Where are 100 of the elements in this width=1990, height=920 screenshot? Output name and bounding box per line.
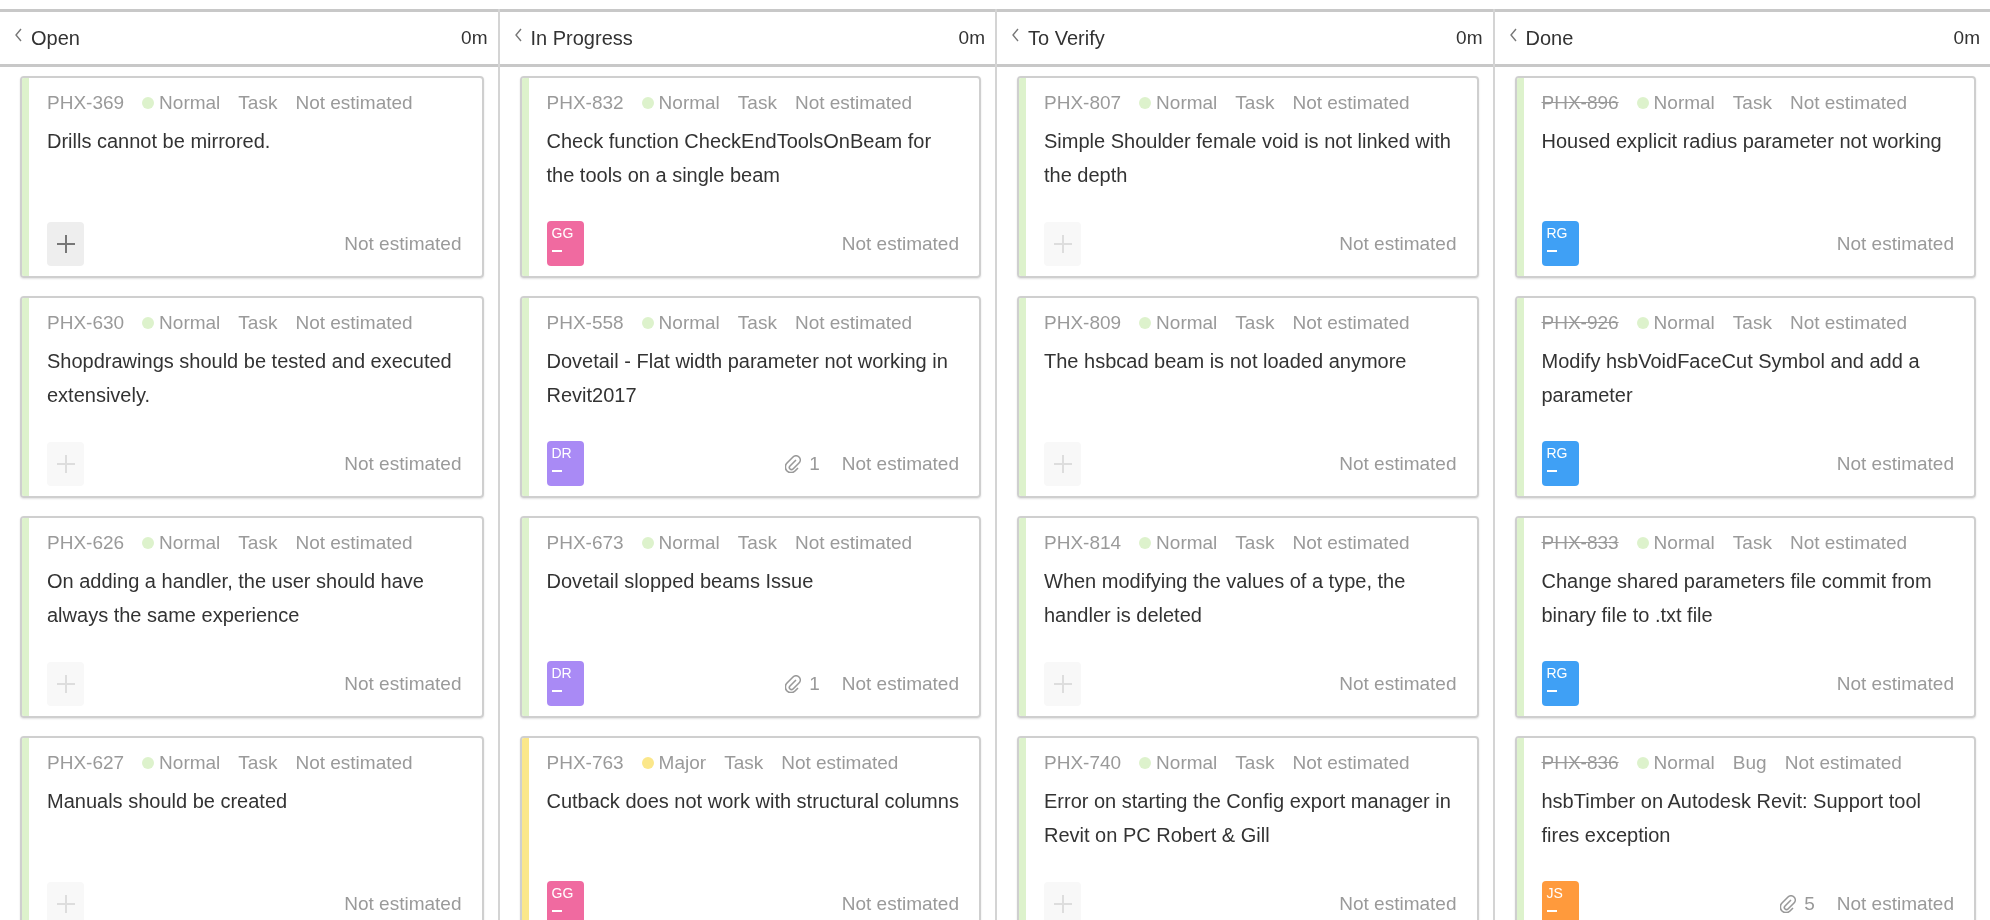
task-card[interactable]: PHX-673 Normal Task Not estimated Dovetail slopped beams Issue DR 1 Not estimated [519,516,981,718]
task-card[interactable]: PHX-832 Normal Task Not estimated Check function CheckEndToolsOnBeam for the tools on a single beam GG Not estimated [519,76,981,278]
issue-type: Task [737,312,777,334]
assignee-avatar[interactable]: DR [546,441,584,486]
column-time-total: 0m [461,27,488,49]
chevron-left-icon[interactable] [1011,28,1020,42]
task-card[interactable]: PHX-896 Normal Task Not estimated Housed explicit radius parameter not working RG Not estimated [1514,76,1976,278]
estimate-label: Not estimated [1292,312,1410,334]
priority-label: Normal [159,312,221,334]
column-time-total: 0m [1456,27,1483,49]
issue-id[interactable]: PHX-807 [1044,92,1122,114]
footer-estimate: Not estimated [841,232,959,255]
estimate-label: Not estimated [295,752,413,774]
issue-type: Task [238,752,278,774]
task-card[interactable]: PHX-740 Normal Task Not estimated Error on starting the Config export manager in Revit on PC Robert & Gill Not estimated [1017,736,1479,920]
priority-label: Normal [1156,312,1218,334]
add-assignee-button[interactable] [47,222,84,266]
issue-id[interactable]: PHX-763 [546,752,624,774]
issue-id[interactable]: PHX-832 [546,92,624,114]
paperclip-icon [785,674,802,693]
priority-label: Normal [658,312,720,334]
issue-type: Task [737,532,777,554]
issue-id[interactable]: PHX-809 [1044,312,1122,334]
assignee-avatar[interactable]: GG [546,221,584,266]
card-summary: The hsbcad beam is not loaded anymore [1044,349,1408,374]
issue-id[interactable]: PHX-814 [1044,532,1122,554]
issue-id[interactable]: PHX-740 [1044,752,1122,774]
priority-label: Normal [1653,92,1715,114]
plus-icon [55,894,76,914]
task-card[interactable]: PHX-626 Normal Task Not estimated On adding a handler, the user should have always the same experience Not estimated [20,516,484,718]
issue-type: Task [238,532,278,554]
priority-label: Normal [1156,92,1218,114]
plus-icon [55,234,76,254]
issue-id[interactable]: PHX-836 [1541,752,1619,774]
issue-id[interactable]: PHX-673 [546,532,624,554]
assignee-avatar[interactable]: JS [1541,881,1579,920]
column-title: To Verify [1028,26,1105,50]
issue-id[interactable]: PHX-926 [1541,312,1619,334]
card-summary: Modify hsbVoidFaceCut Symbol and add a parameter [1541,349,1921,408]
priority-label: Normal [658,92,720,114]
footer-estimate: Not estimated [841,892,959,915]
issue-id[interactable]: PHX-833 [1541,532,1619,554]
issue-id[interactable]: PHX-626 [47,532,125,554]
attachment-count: 1 [809,452,820,475]
task-card[interactable]: PHX-763 Major Task Not estimated Cutback does not work with structural columns GG Not estimated [519,736,981,920]
task-card[interactable]: PHX-630 Normal Task Not estimated Shopdrawings should be tested and executed extensively. Not estimated [20,296,484,498]
footer-estimate: Not estimated [1339,233,1457,255]
column-title: Done [1525,26,1574,50]
card-summary: Shopdrawings should be tested and executed extensively. [47,349,453,408]
card-summary: Drills cannot be mirrored. [47,129,272,154]
card-summary: When modifying the values of a type, the handler is deleted [1044,569,1407,628]
task-card[interactable]: PHX-836 Normal Bug Not estimated hsbTimber on Autodesk Revit: Support tool fires exception JS 5 Not estimated [1514,736,1976,920]
assignee-avatar[interactable]: RG [1541,441,1579,486]
issue-id[interactable]: PHX-558 [546,312,624,334]
estimate-label: Not estimated [295,92,413,114]
estimate-label: Not estimated [794,92,913,114]
footer-estimate: Not estimated [1339,673,1457,695]
card-summary: Dovetail - Flat width parameter not working in Revit2017 [546,349,949,408]
issue-type: Task [1235,752,1275,774]
paperclip-icon [1780,894,1797,913]
card-summary: Manuals should be created [47,789,289,814]
chevron-left-icon[interactable] [1508,28,1518,42]
assignee-avatar[interactable]: DR [546,661,584,706]
assignee-avatar[interactable]: RG [1541,661,1579,706]
footer-estimate: Not estimated [344,893,462,915]
chevron-left-icon[interactable] [513,28,523,42]
footer-estimate: Not estimated [344,233,462,255]
issue-id[interactable]: PHX-627 [47,752,125,774]
task-card[interactable]: PHX-369 Normal Task Not estimated Drills cannot be mirrored. Not estimated [20,76,484,278]
task-card[interactable]: PHX-926 Normal Task Not estimated Modify hsbVoidFaceCut Symbol and add a parameter RG Not estimated [1514,296,1976,498]
task-card[interactable]: PHX-807 Normal Task Not estimated Simple Shoulder female void is not linked with the depth Not estimated [1017,76,1479,278]
priority-label: Normal [1156,532,1218,554]
task-card[interactable]: PHX-814 Normal Task Not estimated When modifying the values of a type, the handler is deleted Not estimated [1017,516,1479,718]
footer-estimate: Not estimated [841,672,959,695]
assignee-avatar[interactable]: RG [1541,221,1579,266]
chevron-left-icon[interactable] [14,28,23,42]
issue-type: Task [1732,532,1772,554]
priority-label: Normal [159,92,221,114]
task-card[interactable]: PHX-833 Normal Task Not estimated Change shared parameters file commit from binary file to .txt file RG Not estimated [1514,516,1976,718]
column-time-total: 0m [958,27,985,49]
priority-label: Normal [1653,752,1715,774]
issue-type: Task [1732,312,1772,334]
issue-type: Task [238,312,278,334]
issue-id[interactable]: PHX-896 [1541,92,1619,114]
paperclip-icon [785,454,802,473]
issue-type: Task [1235,532,1275,554]
assignee-avatar[interactable]: GG [546,881,584,920]
column-title: In Progress [530,26,633,50]
issue-type: Task [1732,92,1772,114]
issue-id[interactable]: PHX-369 [47,92,125,114]
footer-estimate: Not estimated [344,673,462,695]
estimate-label: Not estimated [1789,312,1908,334]
estimate-label: Not estimated [1292,752,1410,774]
attachment-count: 1 [809,672,820,695]
task-card[interactable]: PHX-627 Normal Task Not estimated Manuals should be created Not estimated [20,736,484,920]
task-card[interactable]: PHX-558 Normal Task Not estimated Dovetail - Flat width parameter not working in Revit2017 DR 1 Not estimated [519,296,981,498]
task-card[interactable]: PHX-809 Normal Task Not estimated The hsbcad beam is not loaded anymore Not estimated [1017,296,1479,498]
card-summary: Check function CheckEndToolsOnBeam for the tools on a single beam [546,129,933,188]
card-summary: Housed explicit radius parameter not working [1541,129,1943,154]
issue-id[interactable]: PHX-630 [47,312,125,334]
